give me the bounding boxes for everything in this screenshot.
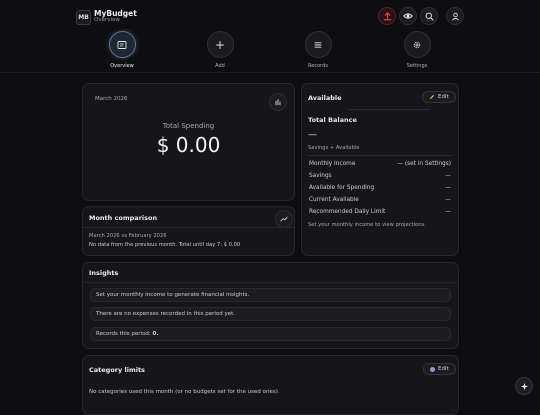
period-label: March 2026	[95, 96, 128, 102]
eye-icon	[403, 13, 413, 19]
insight-item: Set your monthly income to generate fina…	[90, 288, 451, 302]
metric-value: —	[445, 197, 451, 203]
app-header: MB MyBudget Overview Overview Add Record…	[0, 0, 540, 73]
month-comparison-card: Month comparison March 2026 vs February …	[82, 206, 295, 256]
nav-label: Records	[308, 63, 328, 69]
app-subtitle: Overview	[94, 17, 120, 23]
metric-row: Monthly Income — (set in Settings)	[309, 161, 451, 167]
total-spending-label: Total Spending	[162, 122, 215, 130]
edit-available-button[interactable]: Edit	[422, 91, 456, 103]
quick-action-button[interactable]	[515, 377, 533, 395]
metric-row: Current Available —	[309, 197, 451, 203]
divider	[83, 227, 294, 228]
insights-card: Insights Set your monthly income to gene…	[82, 262, 459, 349]
total-balance-title: Total Balance	[308, 116, 357, 124]
edit-label: Edit	[438, 94, 449, 100]
nav-label: Add	[215, 63, 225, 69]
metric-label: Recommended Daily Limit	[309, 209, 386, 215]
records-label: Records this period:	[96, 331, 151, 337]
app-logo[interactable]: MB	[76, 10, 91, 25]
divider	[347, 109, 430, 110]
divider	[83, 282, 458, 283]
metric-label: Current Available	[309, 197, 359, 203]
gear-icon	[413, 41, 421, 48]
upload-button[interactable]	[378, 7, 396, 25]
comparison-subtitle: March 2026 vs February 2026	[89, 233, 167, 239]
total-spending-amount: $ 0.00	[156, 133, 221, 157]
card-title: Month comparison	[89, 214, 158, 222]
search-icon	[425, 12, 434, 21]
visibility-button[interactable]	[399, 7, 417, 25]
list-icon	[314, 41, 322, 48]
user-icon	[451, 12, 459, 21]
metric-value: —	[445, 209, 451, 215]
metric-value: —	[445, 185, 451, 191]
category-note: No categories used this month (or no bud…	[89, 389, 280, 395]
category-limits-card: Category limits Edit No categories used …	[82, 355, 459, 415]
nav-overview[interactable]: Overview	[92, 31, 152, 69]
nav-records[interactable]: Records	[288, 31, 348, 69]
nav-settings[interactable]: Settings	[387, 31, 447, 69]
divider	[308, 155, 452, 156]
trend-icon	[280, 216, 288, 222]
trend-button[interactable]	[275, 210, 293, 228]
projection-hint: Set your monthly income to view projecti…	[308, 222, 426, 228]
comparison-note: No data from the previous month. Total u…	[89, 242, 241, 248]
nav-label: Overview	[110, 63, 134, 69]
metric-row: Savings —	[309, 173, 451, 179]
records-count: 0.	[152, 331, 159, 337]
balance-caption: Savings + Available	[308, 145, 360, 151]
bar-chart-icon	[275, 99, 281, 106]
insight-item: There are no expenses recorded in this p…	[90, 307, 451, 321]
plus-icon	[216, 40, 224, 49]
sparkle-icon	[520, 382, 528, 390]
metric-row: Available for Spending —	[309, 185, 451, 191]
metric-value: — (set in Settings)	[397, 161, 451, 167]
edit-label: Edit	[438, 366, 449, 372]
metric-label: Monthly Income	[309, 161, 356, 167]
metric-value: —	[445, 173, 451, 179]
card-title: Available	[308, 94, 342, 102]
dot-icon	[430, 366, 435, 372]
edit-category-button[interactable]: Edit	[423, 363, 456, 375]
available-card: Available Edit Total Balance — Savings +…	[301, 83, 459, 256]
pencil-icon	[429, 94, 435, 100]
spending-card: March 2026 Total Spending $ 0.00	[82, 83, 295, 201]
nav-label: Settings	[406, 63, 428, 69]
total-balance-value: —	[308, 130, 317, 140]
profile-button[interactable]	[446, 7, 464, 25]
metric-label: Available for Spending	[309, 185, 375, 191]
search-button[interactable]	[420, 7, 438, 25]
nav-add[interactable]: Add	[190, 31, 250, 69]
upload-icon	[383, 11, 391, 20]
chart-toggle-button[interactable]	[269, 93, 287, 111]
metric-row: Recommended Daily Limit —	[309, 209, 451, 215]
card-title: Category limits	[89, 366, 145, 374]
insight-item: Records this period: 0.	[90, 327, 451, 341]
overview-icon	[117, 40, 127, 49]
metric-label: Savings	[309, 173, 332, 179]
card-title: Insights	[89, 269, 119, 277]
